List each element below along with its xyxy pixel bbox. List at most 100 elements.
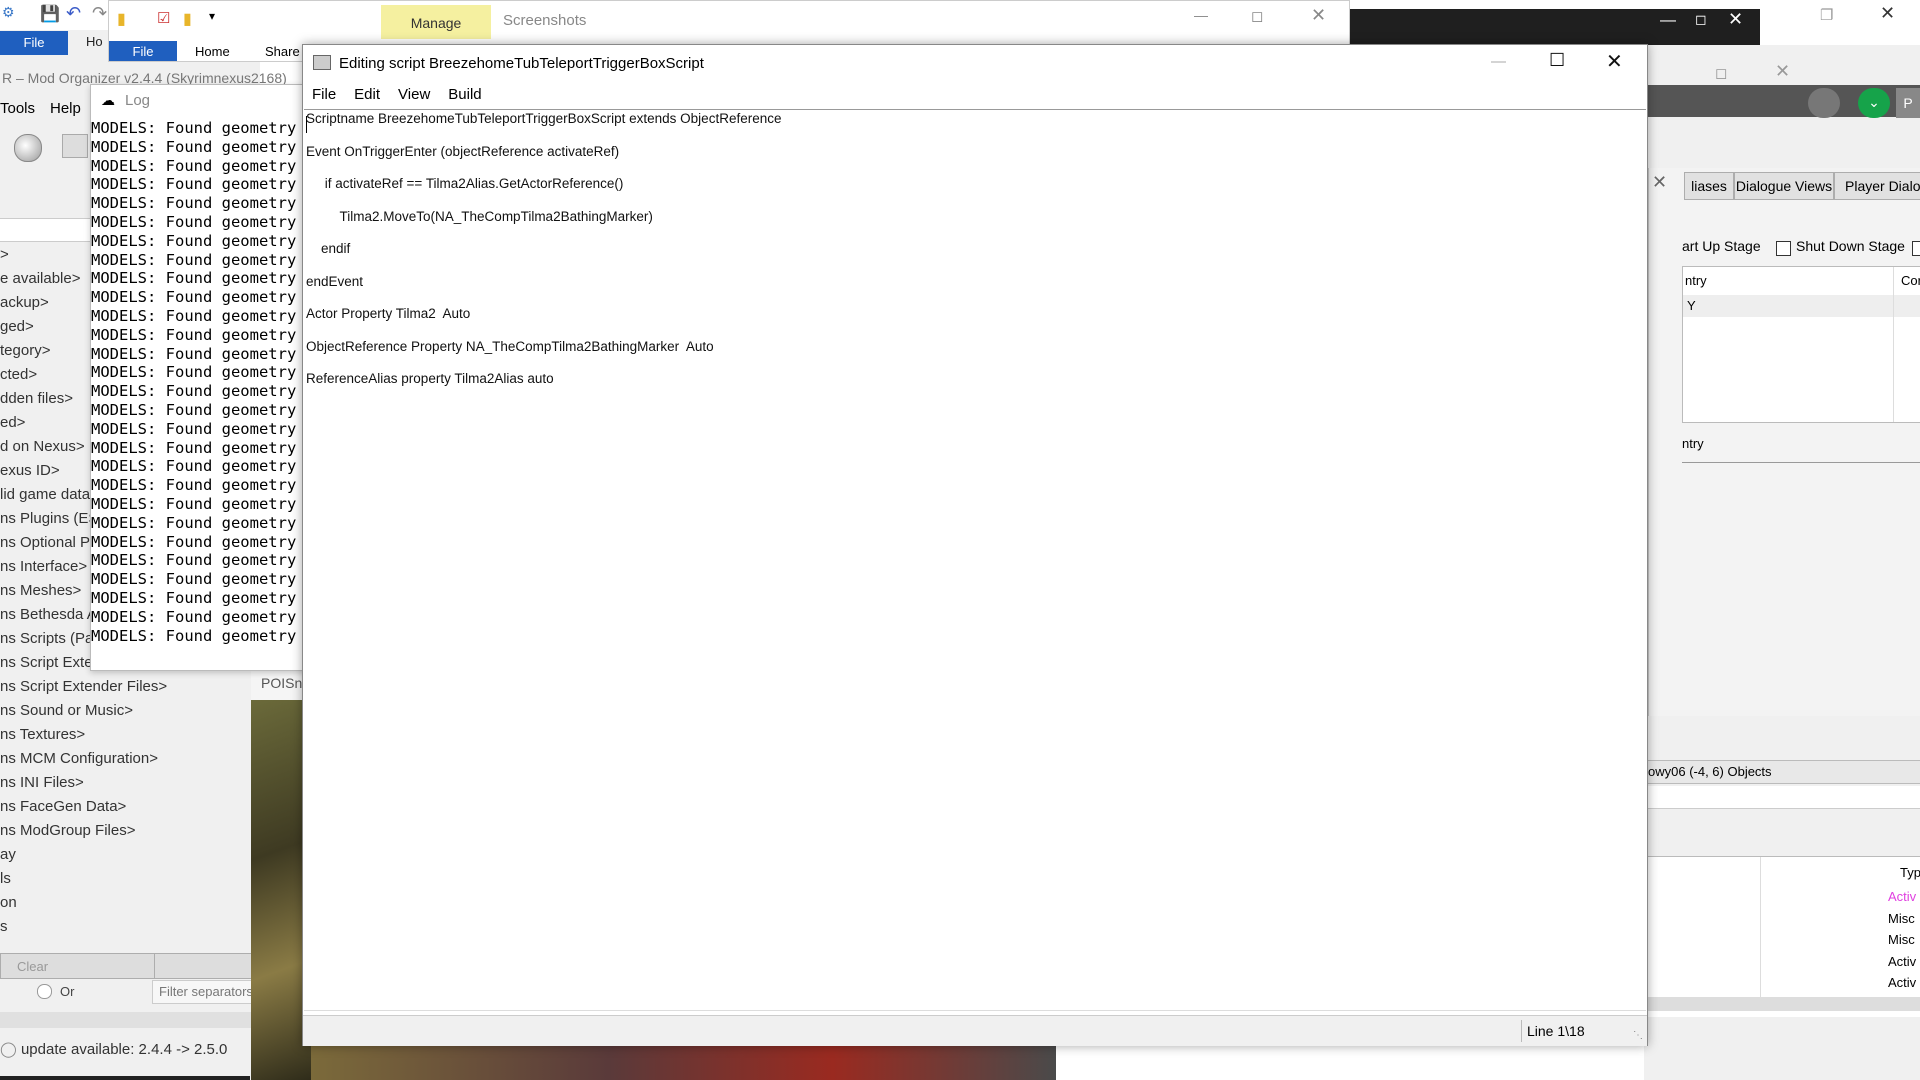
extra-checkbox[interactable] xyxy=(1912,239,1920,256)
object-type-cell[interactable]: Activ xyxy=(1888,954,1916,969)
menu-edit[interactable]: Edit xyxy=(345,83,389,107)
script-editor-icon xyxy=(313,55,331,70)
explorer-home-tab[interactable]: Home xyxy=(195,44,230,59)
maximize-icon[interactable]: ◻ xyxy=(1251,7,1263,25)
close-icon[interactable]: ✕ xyxy=(1311,5,1326,26)
table-row[interactable]: Y xyxy=(1683,295,1920,317)
explorer-file-tab[interactable]: File xyxy=(109,41,177,61)
code-line[interactable]: endEvent xyxy=(306,274,363,289)
menu-view[interactable]: View xyxy=(389,83,439,107)
close-icon[interactable]: ✕ xyxy=(1728,9,1743,30)
restore-icon[interactable]: ❐ xyxy=(1820,6,1833,24)
menu-file[interactable]: File xyxy=(303,83,345,107)
close-icon[interactable]: ✕ xyxy=(1880,3,1895,24)
undo-icon[interactable]: ↶ xyxy=(66,3,81,24)
ck-p-button[interactable]: P xyxy=(1896,88,1920,118)
category-item[interactable]: on xyxy=(0,891,250,915)
list-scrollbar[interactable] xyxy=(1644,997,1920,1011)
mo-toolbar-profile-icon[interactable] xyxy=(62,134,88,158)
ck-entry-label: ntry xyxy=(1682,436,1704,451)
menu-build[interactable]: Build xyxy=(439,83,490,107)
object-type-cell[interactable]: Misc xyxy=(1888,911,1915,926)
category-item[interactable]: ns Script Extender Files> xyxy=(0,675,250,699)
category-item[interactable]: ns FaceGen Data> xyxy=(0,795,250,819)
update-status-text: update available: 2.4.4 -> 2.5.0 xyxy=(20,1041,228,1058)
code-line[interactable]: Actor Property Tilma2 Auto xyxy=(306,306,470,321)
manage-tab[interactable]: Manage xyxy=(381,5,491,39)
log-line: MODELS: Found geometry ' xyxy=(91,607,315,626)
log-line: MODELS: Found geometry ' xyxy=(91,156,315,175)
category-item[interactable]: ls xyxy=(0,867,250,891)
game-scene-bottom xyxy=(311,1044,1056,1080)
update-icon: ◯ xyxy=(0,1041,17,1058)
tab-dialogue-views[interactable]: Dialogue Views xyxy=(1734,172,1834,200)
log-line: MODELS: Found geometry ' xyxy=(91,382,315,401)
explorer-share-tab[interactable]: Share xyxy=(265,44,300,59)
mo-menu-help[interactable]: Help xyxy=(50,100,81,117)
mo-toolbar-globe-icon[interactable] xyxy=(14,134,42,162)
folder-icon: ▮ xyxy=(117,11,126,28)
status-divider xyxy=(1521,1020,1522,1042)
mo-menu-tools[interactable]: Tools xyxy=(0,100,35,117)
mo-scrollbar[interactable] xyxy=(0,1012,260,1028)
editor-menubar: File Edit View Build xyxy=(303,83,1647,107)
code-line[interactable]: ReferenceAlias property Tilma2Alias auto xyxy=(306,371,554,386)
properties-icon[interactable]: ☑ xyxy=(157,9,170,27)
mo-clear-button[interactable]: Clear xyxy=(0,953,163,979)
mo-file-tab[interactable]: File xyxy=(0,31,68,55)
shutdown-stage-checkbox[interactable] xyxy=(1776,239,1791,256)
log-line: MODELS: Found geometry ' xyxy=(91,588,315,607)
mo-status-bar: ◯ update available: 2.4.4 -> 2.5.0 xyxy=(0,1040,260,1062)
close-icon[interactable]: ✕ xyxy=(1606,49,1623,74)
log-line: MODELS: Found geometry ' xyxy=(91,137,315,156)
ck-cell-filter-input[interactable] xyxy=(1644,786,1920,809)
code-line[interactable]: Event OnTriggerEnter (objectReference ac… xyxy=(306,144,619,159)
redo-icon[interactable]: ↷ xyxy=(92,3,107,24)
log-line: MODELS: Found geometry ' xyxy=(91,306,315,325)
object-type-cell[interactable]: Activ xyxy=(1888,889,1916,904)
object-type-cell[interactable]: Activ xyxy=(1888,975,1916,990)
resize-grip-icon[interactable]: ⋱ xyxy=(1633,1030,1643,1041)
ck-green-button[interactable]: ⌄ xyxy=(1858,88,1890,118)
category-item[interactable]: ns Sound or Music> xyxy=(0,699,250,723)
category-item[interactable]: ns INI Files> xyxy=(0,771,250,795)
chevron-down-icon[interactable]: ▾ xyxy=(209,9,215,23)
log-line: MODELS: Found geometry ' xyxy=(91,400,315,419)
code-line[interactable]: ObjectReference Property NA_TheCompTilma… xyxy=(306,339,714,354)
minimize-icon[interactable]: — xyxy=(1660,12,1676,30)
mo-or-radio[interactable] xyxy=(37,984,52,999)
chevron-down-icon: ⌄ xyxy=(1868,94,1880,110)
minimize-icon[interactable]: — xyxy=(1194,7,1208,23)
category-item[interactable]: ay xyxy=(0,843,250,867)
category-item[interactable]: ns ModGroup Files> xyxy=(0,819,250,843)
code-editor-area[interactable] xyxy=(304,109,1646,1011)
code-line[interactable]: Tilma2.MoveTo(NA_TheCompTilma2BathingMar… xyxy=(306,209,653,224)
save-icon[interactable]: 💾 xyxy=(40,4,60,24)
code-line[interactable]: Scriptname BreezehomeTubTeleportTriggerB… xyxy=(306,111,781,126)
log-line: MODELS: Found geometry ' xyxy=(91,344,315,363)
close-icon[interactable]: ✕ xyxy=(1775,61,1790,82)
tab-aliases[interactable]: liases xyxy=(1684,172,1734,200)
category-item[interactable]: ns Textures> xyxy=(0,723,250,747)
maximize-icon[interactable]: ◻ xyxy=(1715,64,1727,82)
cell-objects-label: owy06 (-4, 6) Objects xyxy=(1648,764,1772,779)
object-type-cell[interactable]: Misc xyxy=(1888,932,1915,947)
mo-or-label: Or xyxy=(60,984,75,999)
log-line: MODELS: Found geometry ' xyxy=(91,570,315,589)
code-line[interactable]: endif xyxy=(306,241,350,256)
tab-player-dialogue[interactable]: Player Dialog xyxy=(1834,172,1920,200)
category-item[interactable]: s xyxy=(0,915,250,939)
mo-home-tab[interactable]: Ho xyxy=(86,34,103,49)
category-item[interactable]: ns MCM Configuration> xyxy=(0,747,250,771)
new-folder-icon[interactable]: ▮ xyxy=(183,9,192,29)
code-line[interactable]: if activateRef == Tilma2Alias.GetActorRe… xyxy=(306,176,624,191)
app-icon: ⚙ xyxy=(2,4,15,20)
ck-panel-close-icon[interactable]: ✕ xyxy=(1652,172,1667,193)
minimize-icon[interactable]: — xyxy=(1491,53,1506,70)
type-column-header: Typ xyxy=(1900,865,1920,880)
script-editor-window: Editing script BreezehomeTubTeleportTrig… xyxy=(302,44,1648,1046)
maximize-icon[interactable]: ◻ xyxy=(1695,11,1707,28)
log-line: MODELS: Found geometry ' xyxy=(91,494,315,513)
mo-second-button[interactable] xyxy=(154,953,262,979)
maximize-icon[interactable]: ☐ xyxy=(1549,50,1565,71)
